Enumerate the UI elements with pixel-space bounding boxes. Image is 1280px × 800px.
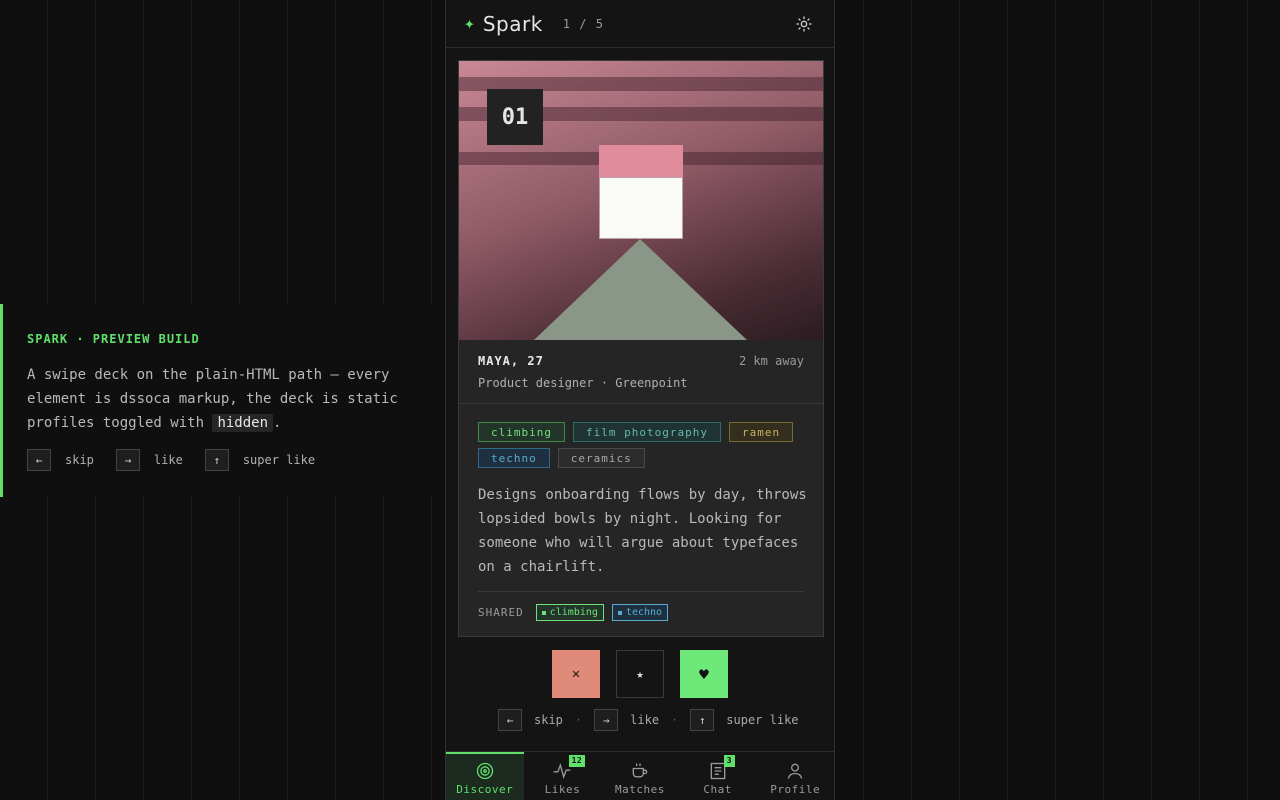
star-icon: ★ [636,667,644,681]
app-name: Spark [482,11,543,36]
card-header: MAYA, 27 2 km away Product designer · Gr… [459,340,823,404]
profile-bio: Designs onboarding flows by day, throws … [478,487,807,575]
arrow-left-key-icon: ← [498,709,522,731]
shared-tag-label: techno [625,607,663,618]
phone-app: ✦ Spark 1 / 5 01 MAYA, 27 2 km away Prod… [445,0,835,800]
nav-profile[interactable]: Profile [756,752,834,800]
nav-label: Matches [615,783,665,796]
tag: film photography [572,422,721,442]
action-buttons: ✕ ★ ♥ [552,650,728,698]
close-icon: ✕ [571,666,581,682]
like-button[interactable]: ♥ [680,650,728,698]
user-icon [787,763,803,779]
code-chip: hidden [212,414,274,432]
arrow-right-key-icon: → [594,709,619,731]
nav-label: Likes [544,783,581,796]
info-title: SPARK · PREVIEW BUILD [27,332,200,346]
profile-card[interactable]: 01 MAYA, 27 2 km away Product designer ·… [458,60,824,637]
key-hint-label: like [153,453,183,467]
shared-tag: climbing [535,604,604,621]
nav-likes[interactable]: 12 Likes [524,752,602,800]
nav-label: Discover [456,783,514,796]
super-like-button[interactable]: ★ [616,650,664,698]
photo-block-white [599,177,683,239]
key-hint-label: super like [242,453,316,467]
photo-block-pink [599,145,683,177]
info-text-end: . [273,415,282,431]
top-bar: ✦ Spark 1 / 5 [446,0,834,48]
skip-button[interactable]: ✕ [552,650,600,698]
hint-separator: · [574,713,583,727]
cup-icon [632,763,648,778]
bottom-nav: Discover 12 Likes Matches 3 Chat Profile [446,751,834,800]
nav-matches[interactable]: Matches [601,752,679,800]
profile-job: Product designer · Greenpoint [478,376,688,390]
key-hint-label: skip [65,453,94,467]
dot-icon [541,610,546,615]
sparkle-logo-icon: ✦ [464,13,475,34]
divider [478,591,804,592]
hint-separator: · [671,713,679,727]
profile-photo: 01 [459,61,823,340]
card-body: climbing film photography ramen techno c… [459,404,823,621]
dot-icon [617,610,622,615]
tag: climbing [478,422,565,442]
tag: ceramics [557,448,645,468]
tag: techno [478,448,550,468]
shared-tag: techno [611,604,669,621]
interest-tags: climbing film photography ramen techno c… [478,422,808,468]
info-description: A swipe deck on the plain-HTML path — ev… [27,363,407,435]
keyboard-hints: ← skip → like ↑ super like [27,449,408,471]
nav-label: Chat [703,783,732,796]
nav-discover[interactable]: Discover [446,752,524,800]
tag: ramen [728,422,794,442]
arrow-up-key-icon: ↑ [690,709,715,731]
nav-chat[interactable]: 3 Chat [679,752,757,800]
profile-number: 01 [487,89,543,145]
nav-label: Profile [770,783,821,796]
profile-distance: 2 km away [738,354,804,368]
deck-counter: 1 / 5 [562,16,604,31]
hint-label: skip [534,713,563,727]
heart-icon: ♥ [699,664,709,684]
shared-label: SHARED [478,606,524,619]
shared-tag-label: climbing [549,607,598,618]
likes-badge: 12 [568,755,586,767]
arrow-left-key-icon: ← [27,449,51,471]
arrow-right-key-icon: → [115,449,140,471]
hint-label: like [630,713,660,727]
action-hints: ← skip · → like · ↑ super like [498,709,799,731]
gear-icon[interactable] [794,14,814,34]
arrow-up-key-icon: ↑ [204,449,229,471]
hint-label: super like [726,713,799,727]
target-icon [476,762,493,780]
info-panel: SPARK · PREVIEW BUILD A swipe deck on th… [0,304,432,497]
shared-interests: SHARED climbing techno [478,604,804,621]
chat-badge: 3 [723,755,736,767]
